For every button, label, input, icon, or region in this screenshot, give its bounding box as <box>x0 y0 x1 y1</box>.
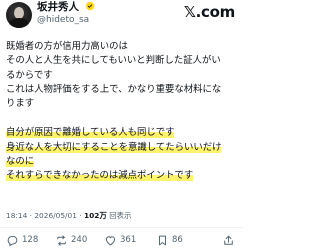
bookmark-icon <box>159 235 166 245</box>
post-timestamp[interactable]: 18:14 · 2026/05/01 · <box>6 211 84 220</box>
post-meta: 18:14 · 2026/05/01 · 102万 回表示 <box>6 211 131 221</box>
action-bar: 128 240 361 86 <box>0 232 243 248</box>
view-label: 回表示 <box>109 211 132 220</box>
post-line: ります <box>6 98 35 110</box>
post-text: 既婚者の方が信用力高いのは その人と人生を共にしてもいいと判断した証人がい るか… <box>6 40 240 184</box>
post-line-highlighted: 身近な人を大切にすることを意識してたらいいだけ <box>6 141 222 153</box>
reply-button[interactable]: 128 <box>6 232 38 248</box>
reply-icon <box>7 235 18 246</box>
x-logo: 𝕏.com <box>183 3 235 21</box>
post-line-highlighted: なのに <box>6 156 35 168</box>
like-button[interactable]: 361 <box>104 232 136 248</box>
share-icon <box>224 235 233 245</box>
post-line: 既婚者の方が信用力高いのは <box>6 41 128 52</box>
post-line-highlighted: 自分が原因で離婚している人も同じです <box>6 127 175 139</box>
like-count: 361 <box>120 235 137 245</box>
reply-count: 128 <box>22 235 39 245</box>
post-line: これは人物評価をする上で、かなり重要な材料にな <box>6 83 222 95</box>
view-count: 102万 <box>84 211 107 220</box>
repost-count: 240 <box>71 235 88 245</box>
paragraph-break <box>6 111 240 126</box>
post-header: 坂井秀人 @hideto_sa 𝕏.com <box>0 0 243 30</box>
bookmark-count: 86 <box>172 235 183 245</box>
post-line: るからです <box>6 69 53 81</box>
repost-button[interactable]: 240 <box>55 232 87 248</box>
repost-icon <box>57 234 66 246</box>
author-handle[interactable]: @hideto_sa <box>37 14 89 26</box>
bookmark-button[interactable]: 86 <box>156 232 183 248</box>
share-button[interactable] <box>222 232 235 248</box>
avatar-body <box>9 18 29 28</box>
post-line: その人と人生を共にしてもいいと判断した証人がい <box>6 55 221 67</box>
author-name[interactable]: 坂井秀人 <box>37 1 79 13</box>
post-line-highlighted: それすらできなかったのは減点ポイントです <box>6 170 194 182</box>
author-name-row[interactable]: 坂井秀人 <box>37 1 95 14</box>
avatar[interactable] <box>6 2 32 28</box>
verified-badge-icon <box>85 1 94 11</box>
divider <box>0 227 243 228</box>
heart-icon <box>105 235 116 245</box>
